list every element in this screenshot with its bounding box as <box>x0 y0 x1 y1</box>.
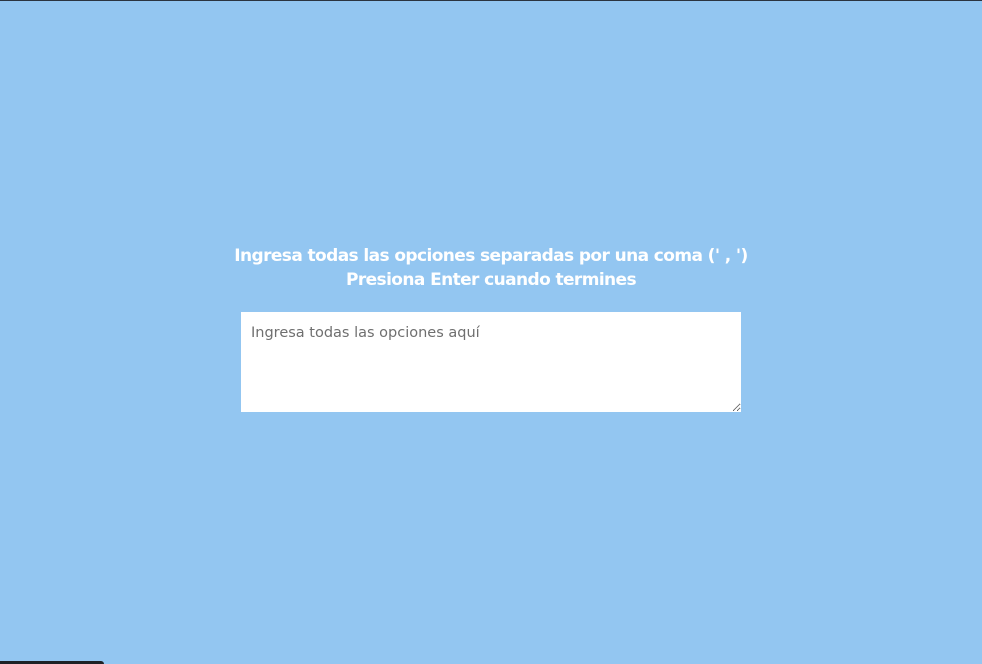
options-entry-panel: Ingresa todas las opciones separadas por… <box>234 244 748 412</box>
instructions-heading: Ingresa todas las opciones separadas por… <box>234 244 748 292</box>
top-border <box>0 0 982 1</box>
page: { "instructions": { "line1": "Ingresa to… <box>0 0 982 664</box>
enter-instruction: Presiona Enter cuando termines <box>345 270 637 290</box>
separator-instruction: Ingresa todas las opciones separadas por… <box>234 246 748 266</box>
options-textarea[interactable] <box>241 312 741 412</box>
